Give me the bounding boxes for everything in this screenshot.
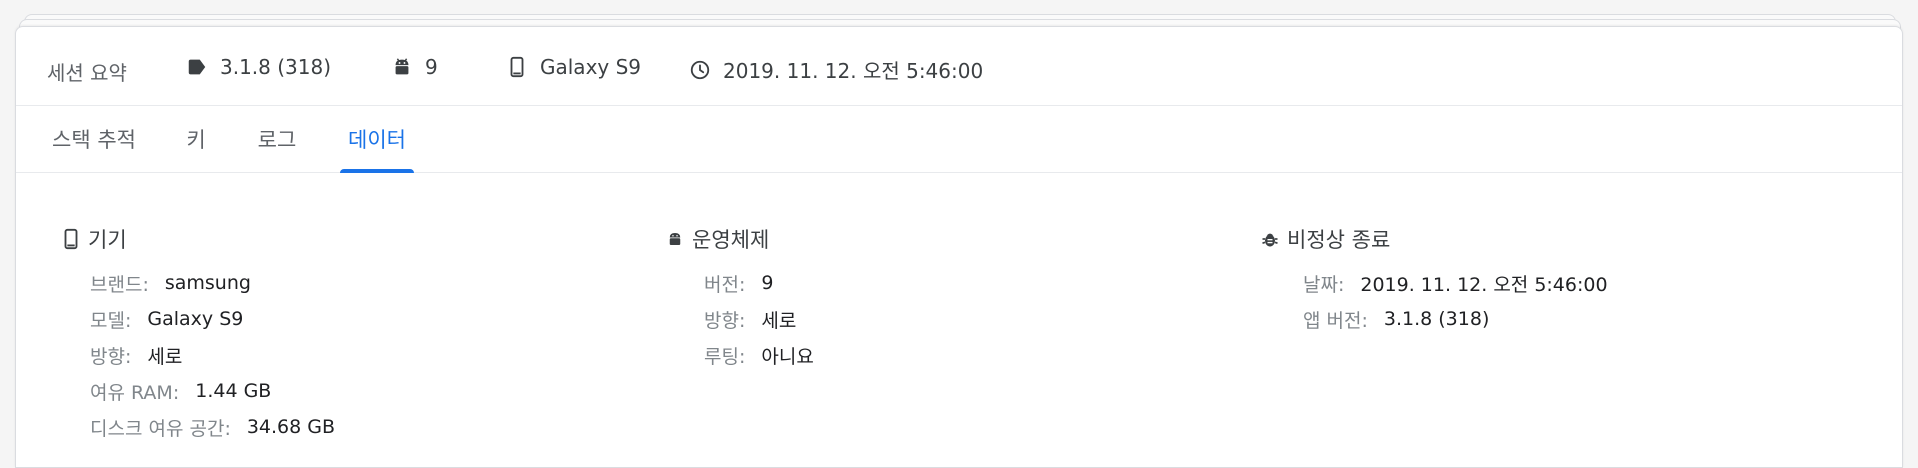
tab-data[interactable]: 데이터 <box>340 106 414 173</box>
tab-data-label: 데이터 <box>348 128 406 152</box>
os-version-value: 9 <box>425 55 438 79</box>
crash-section-title: 비정상 종료 <box>1287 228 1391 252</box>
crash-section-header: 비정상 종료 <box>1259 225 1608 253</box>
detail-key: 여유 RAM: <box>90 381 180 404</box>
tab-keys[interactable]: 키 <box>181 106 211 172</box>
tab-logs[interactable]: 로그 <box>252 106 302 172</box>
detail-key: 디스크 여유 공간: <box>90 417 231 440</box>
tab-logs-label: 로그 <box>257 128 297 152</box>
detail-row: 날짜: 2019. 11. 12. 오전 5:46:00 <box>1303 265 1608 301</box>
detail-value: 세로 <box>147 345 183 368</box>
detail-key: 방향: <box>90 345 132 368</box>
device-section-title: 기기 <box>88 228 127 252</box>
detail-key: 방향: <box>704 309 746 332</box>
tab-stack-trace-label: 스택 추적 <box>52 128 136 152</box>
detail-row: 루팅: 아니요 <box>704 337 814 373</box>
phone-icon <box>506 56 528 78</box>
tab-keys-label: 키 <box>186 128 206 152</box>
tab-bar: 스택 추적 키 로그 데이터 <box>16 106 1902 173</box>
detail-key: 모델: <box>90 309 132 332</box>
detail-row: 방향: 세로 <box>90 337 335 373</box>
detail-row: 브랜드: samsung <box>90 265 335 301</box>
session-summary-title: 세션 요약 <box>47 61 127 85</box>
phone-icon <box>60 227 82 251</box>
clock-icon <box>689 59 711 81</box>
detail-row: 여유 RAM: 1.44 GB <box>90 373 335 409</box>
tab-stack-trace[interactable]: 스택 추적 <box>47 106 141 172</box>
timestamp-value: 2019. 11. 12. 오전 5:46:00 <box>723 59 984 83</box>
detail-row: 모델: Galaxy S9 <box>90 301 335 337</box>
os-version-summary: 9 <box>391 55 438 79</box>
timestamp-summary: 2019. 11. 12. 오전 5:46:00 <box>689 55 983 84</box>
session-summary-bar: 세션 요약 3.1.8 (318) 9 Galaxy S9 2019. 11. … <box>16 27 1902 106</box>
detail-key: 날짜: <box>1303 273 1345 296</box>
os-section: 운영체제 버전: 9 방향: 세로 루팅: 아니요 <box>664 225 814 373</box>
detail-row: 버전: 9 <box>704 265 814 301</box>
os-section-header: 운영체제 <box>664 225 814 253</box>
os-section-title: 운영체제 <box>692 228 770 252</box>
detail-value: 세로 <box>761 309 797 332</box>
device-summary: Galaxy S9 <box>506 55 641 79</box>
detail-value: 9 <box>761 272 774 294</box>
crash-details: 날짜: 2019. 11. 12. 오전 5:46:00 앱 버전: 3.1.8 (… <box>1259 265 1608 337</box>
detail-value: 34.68 GB <box>246 416 336 438</box>
session-card: 세션 요약 3.1.8 (318) 9 Galaxy S9 2019. 11. … <box>15 26 1903 468</box>
detail-value: 3.1.8 (318) <box>1383 308 1490 330</box>
detail-value: 1.44 GB <box>195 380 272 402</box>
detail-key: 루팅: <box>704 345 746 368</box>
detail-row: 디스크 여유 공간: 34.68 GB <box>90 409 335 445</box>
device-value: Galaxy S9 <box>540 55 642 79</box>
detail-row: 방향: 세로 <box>704 301 814 337</box>
app-version-value: 3.1.8 (318) <box>220 55 332 79</box>
device-section-header: 기기 <box>60 225 335 253</box>
detail-key: 버전: <box>704 273 746 296</box>
os-details: 버전: 9 방향: 세로 루팅: 아니요 <box>664 265 814 373</box>
app-version-summary: 3.1.8 (318) <box>186 55 331 79</box>
device-details: 브랜드: samsung 모델: Galaxy S9 방향: 세로 여유 RAM: 1.… <box>60 265 335 445</box>
label-tag-icon <box>186 56 208 78</box>
detail-value: 아니요 <box>761 345 814 368</box>
active-tab-indicator <box>340 169 414 173</box>
detail-key: 브랜드: <box>90 273 149 296</box>
detail-value: samsung <box>164 272 251 294</box>
detail-value: Galaxy S9 <box>147 308 244 330</box>
detail-row: 앱 버전: 3.1.8 (318) <box>1303 301 1608 337</box>
detail-key: 앱 버전: <box>1303 309 1368 332</box>
android-icon <box>664 227 686 251</box>
crash-section: 비정상 종료 날짜: 2019. 11. 12. 오전 5:46:00 앱 버전:… <box>1259 225 1608 337</box>
device-section: 기기 브랜드: samsung 모델: Galaxy S9 방향: 세로 여유 RAM… <box>60 225 335 445</box>
android-icon <box>391 56 413 78</box>
detail-value: 2019. 11. 12. 오전 5:46:00 <box>1360 273 1608 296</box>
bug-icon <box>1259 227 1281 251</box>
